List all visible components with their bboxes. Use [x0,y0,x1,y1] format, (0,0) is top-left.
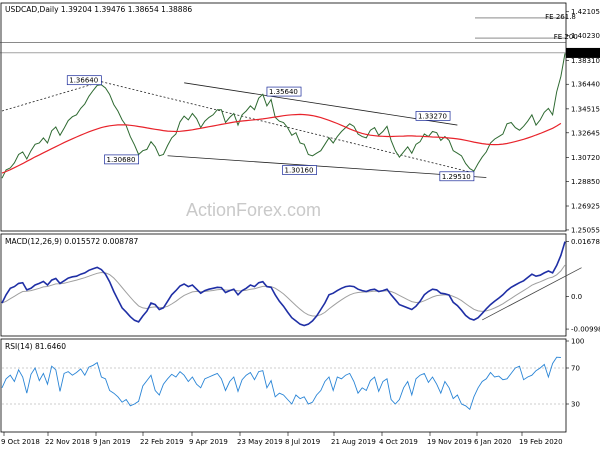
price-tick-label: 1.38310 [571,57,600,65]
swing-label: 1.33270 [418,112,447,120]
watermark: ActionForex.com [186,200,321,220]
macd-line [1,241,566,327]
price-header: USDCAD,Daily 1.39204 1.39476 1.38654 1.3… [5,5,192,14]
swing-label: 1.35640 [269,88,298,96]
date-label: 19 Nov 2019 [427,438,472,446]
price-tick-label: 1.42105 [571,8,600,16]
trendline [1,81,102,112]
swing-label: 1.30160 [285,167,314,175]
date-label: 9 Apr 2019 [189,438,228,446]
date-label: 4 Oct 2019 [379,438,418,446]
swing-label: 1.30680 [107,156,136,164]
macd-header: MACD(12,26,9) 0.015572 0.008787 [5,237,139,246]
swing-label: 1.36640 [69,77,98,85]
macd-plot [1,241,582,327]
rsi-header: RSI(14) 81.6460 [5,342,66,351]
rsi-line [1,356,561,411]
swing-label: 1.29510 [442,173,471,181]
date-label: 8 Jul 2019 [285,438,320,446]
price-panel-frame [0,2,567,232]
price-tick-label: 1.25055 [571,226,600,234]
rsi-plot [1,356,565,411]
axes: 1.42105 1.40230 1.38310 1.36440 1.34515 1.326… [1,8,600,446]
chart-canvas: ActionForex.com USDCAD,Daily 1.39204 1.3… [0,2,600,446]
date-label: 22 Nov 2018 [45,438,90,446]
price-plot: 1.36640 1.30680 1.35640 1.30160 1.33270 1.295… [0,13,578,182]
macd-tick-label: 0.0 [571,293,582,301]
rsi-tick-label: 30 [571,401,580,409]
date-label: 19 Feb 2020 [519,438,563,446]
date-label: 9 Oct 2018 [1,438,40,446]
rsi-panel-frame [0,338,567,433]
price-tick-label: 1.34515 [571,105,600,113]
macd-trendline [482,267,582,321]
date-label: 6 Jan 2020 [474,438,512,446]
price-tick-label: 1.26925 [571,203,600,211]
trendline [167,155,487,178]
date-label: 9 Jan 2019 [93,438,131,446]
date-label: 23 May 2019 [237,438,283,446]
macd-panel-frame [0,233,567,337]
date-label: 22 Feb 2019 [140,438,184,446]
price-tick-label: 1.40230 [571,32,600,40]
price-tick-label: 1.30720 [571,154,600,162]
rsi-tick-label: 70 [571,365,580,373]
last-price-label: 1.38886 [568,49,597,57]
moving-average-line [1,113,562,174]
price-tick-label: 1.36440 [571,81,600,89]
macd-tick-label: -0.009989 [571,326,600,334]
price-tick-label: 1.28850 [571,178,600,186]
price-tick-label: 1.32645 [571,129,600,137]
date-label: 21 Aug 2019 [331,438,376,446]
macd-tick-label: 0.016789 [571,238,600,246]
rsi-tick-label: 100 [571,338,584,346]
